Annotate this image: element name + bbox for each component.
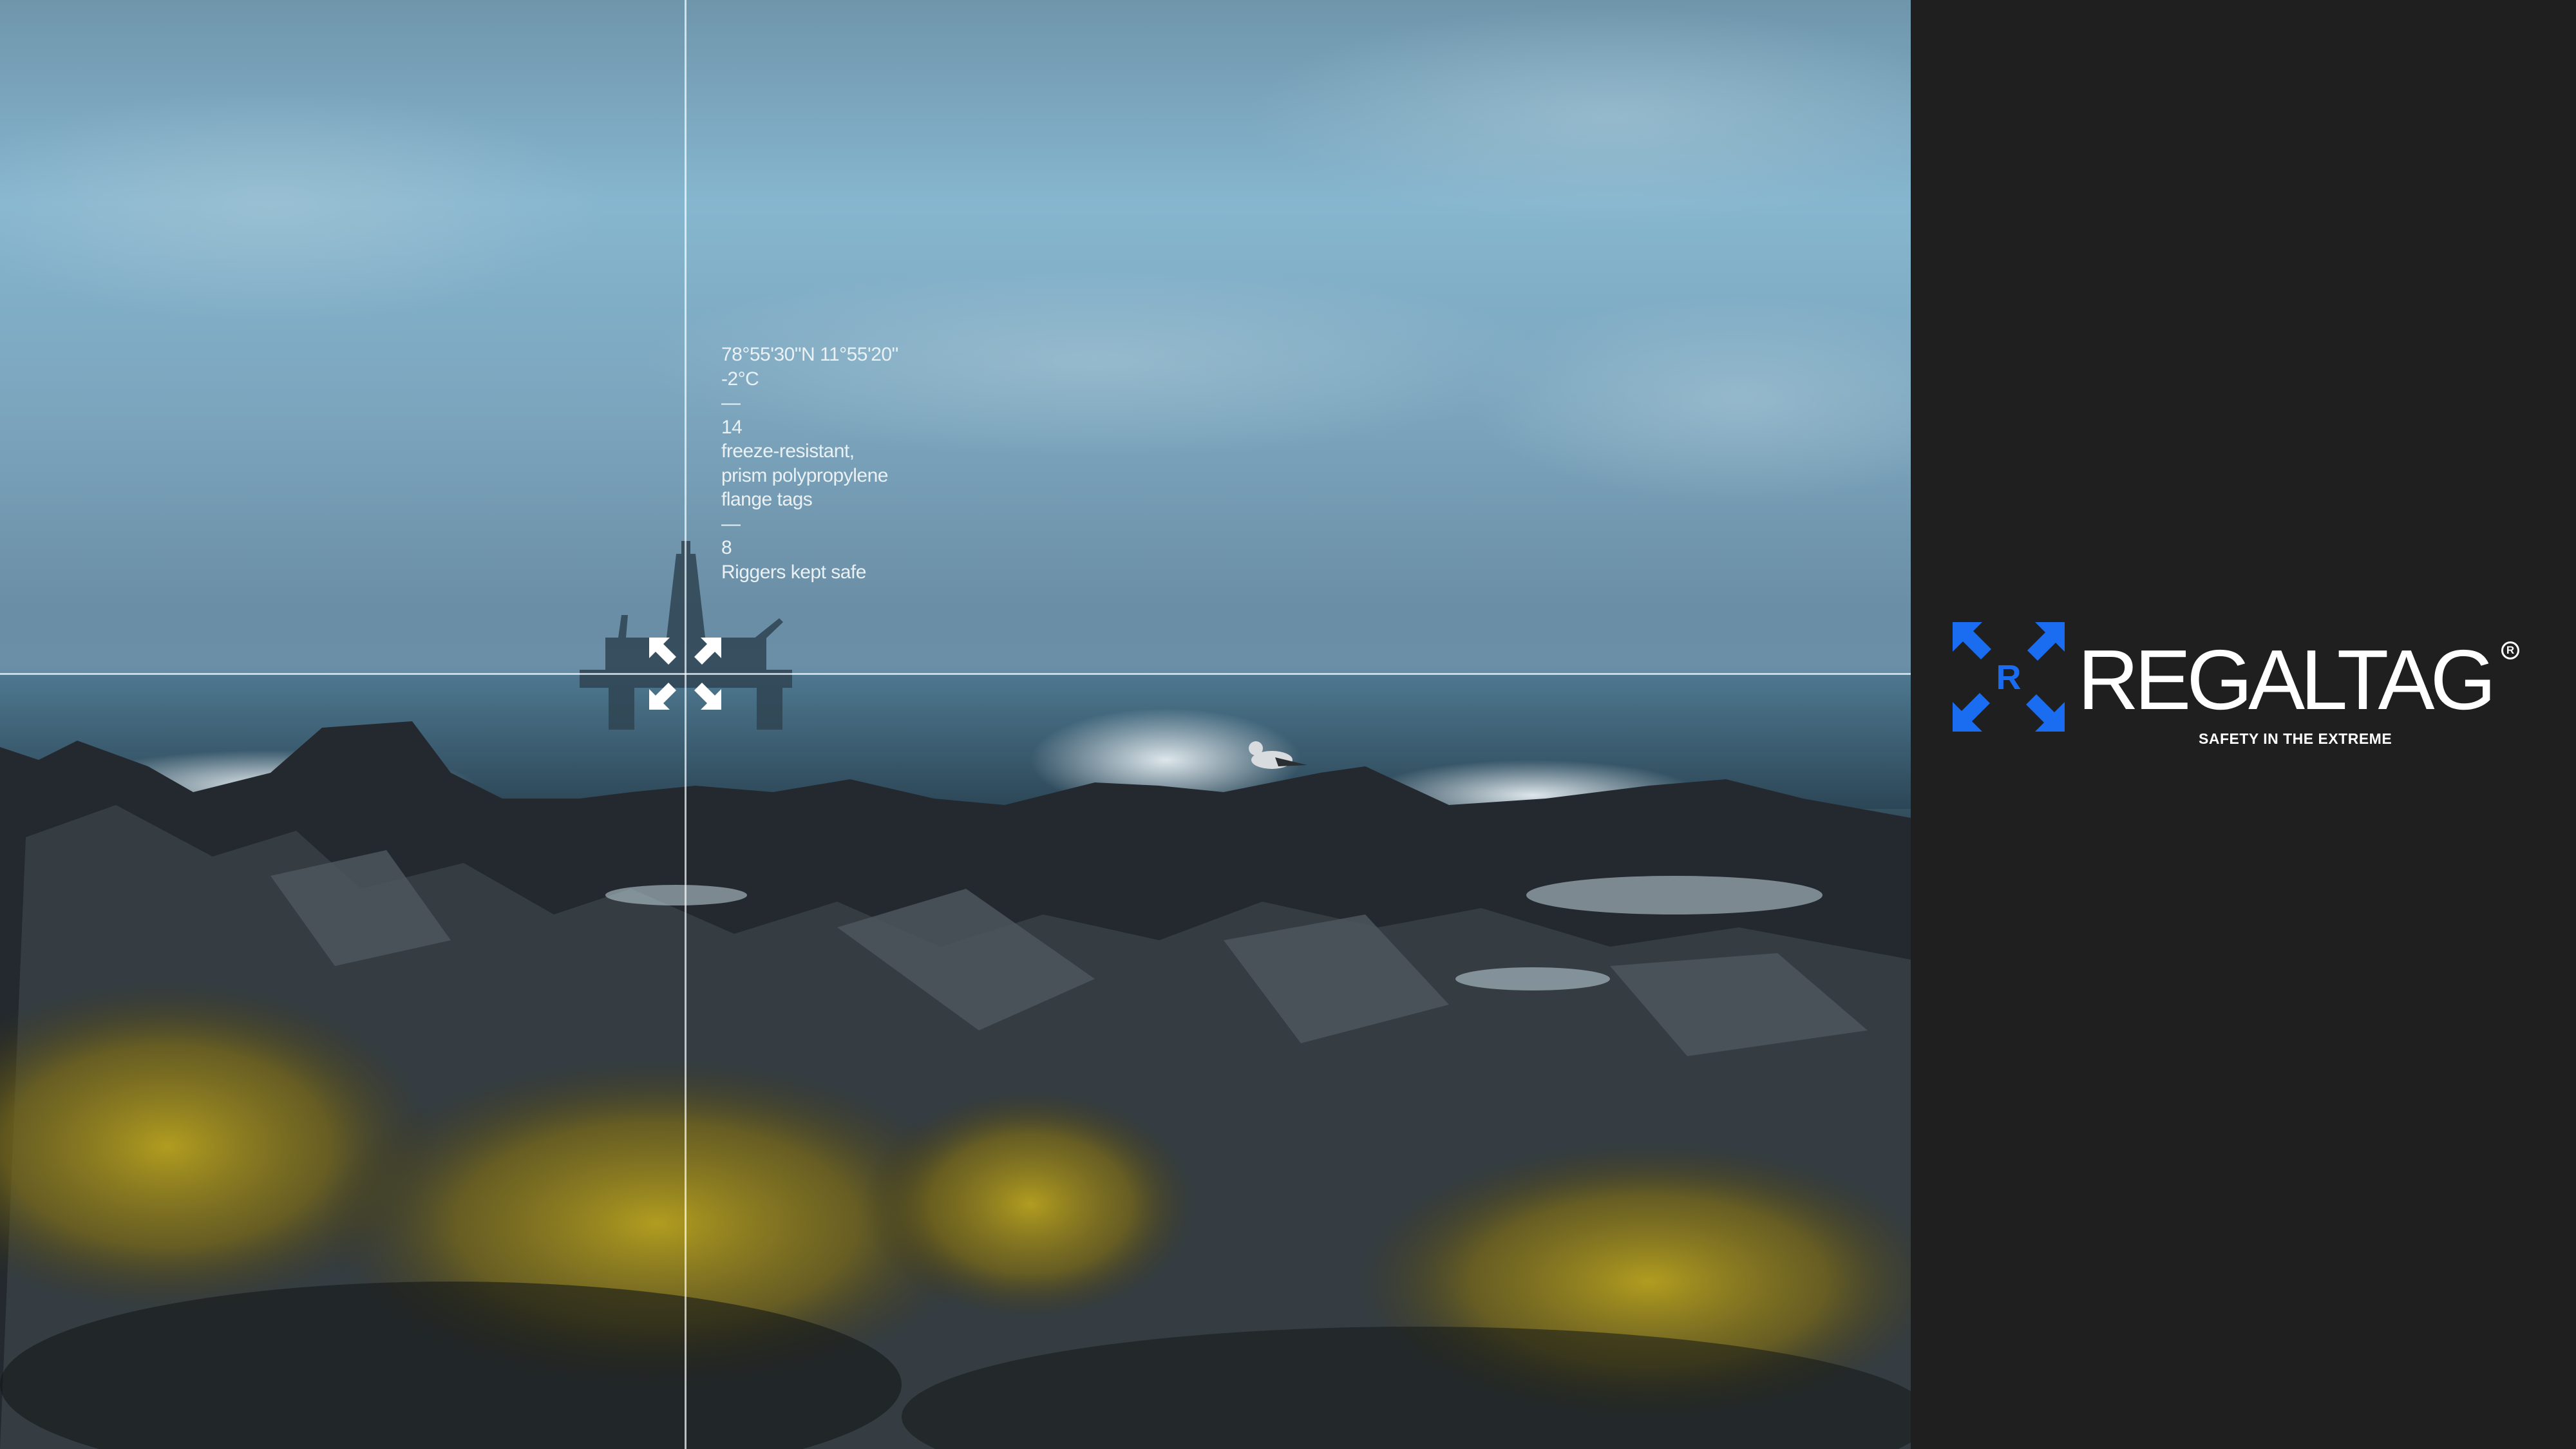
location-info-block: 78°55'30"N 11°55'20" -2°C — 14 freeze-re… — [721, 343, 898, 584]
logo-letter: R — [1996, 658, 2022, 697]
temperature-text: -2°C — [721, 368, 759, 390]
rigger-count: 8 — [721, 537, 732, 558]
regaltag-arrows-logo-icon: R — [1953, 622, 2065, 732]
crosshair-arrows-icon — [649, 638, 721, 710]
divider-dash: — — [721, 513, 741, 535]
brand-wordmark: REGALTAG — [2078, 632, 2496, 727]
horizontal-guide-line — [0, 673, 1911, 675]
tag-description-line: flange tags — [721, 489, 813, 510]
registered-mark: R — [2501, 641, 2519, 659]
coordinates-text: 78°55'30"N 11°55'20" — [721, 344, 898, 365]
rigger-label: Riggers kept safe — [721, 561, 866, 583]
brand-tagline: SAFETY IN THE EXTREME — [2199, 730, 2392, 747]
hero-photo — [0, 0, 1911, 1449]
divider-dash: — — [721, 392, 741, 413]
tag-count: 14 — [721, 416, 743, 438]
coastal-scene — [0, 6, 1911, 1449]
tag-description-line: freeze-resistant, — [721, 440, 855, 462]
tag-description-line: prism polypropylene — [721, 464, 888, 486]
vertical-guide-line — [685, 0, 687, 1449]
